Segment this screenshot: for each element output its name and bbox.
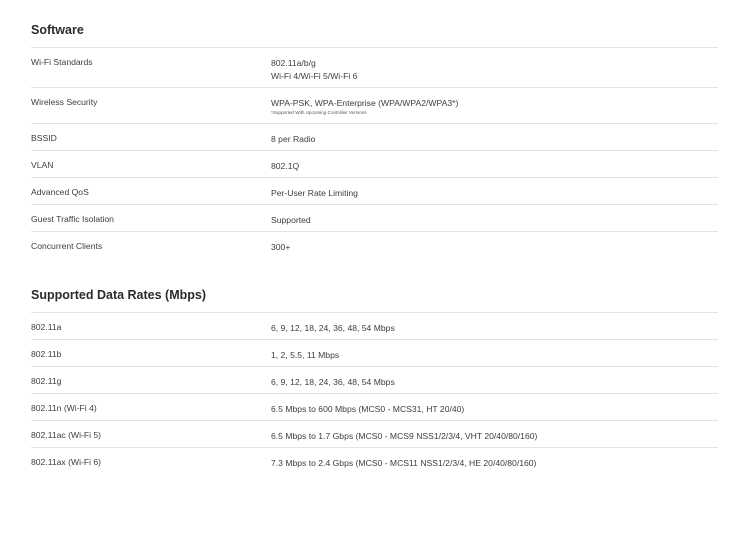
- footnote: *Supported With Upcoming Controller Vers…: [271, 110, 367, 115]
- spec-value: Per-User Rate Limiting: [271, 188, 358, 198]
- spec-label: Advanced QoS: [31, 187, 89, 197]
- table-row: Wireless Security WPA-PSK, WPA-Enterpris…: [31, 87, 718, 123]
- table-row: 802.11a 6, 9, 12, 18, 24, 36, 48, 54 Mbp…: [31, 312, 718, 339]
- table-row: 802.11ac (Wi-Fi 5) 6.5 Mbps to 1.7 Gbps …: [31, 420, 718, 447]
- spec-value: Supported: [271, 215, 311, 225]
- data-rates-section-title: Supported Data Rates (Mbps): [31, 288, 207, 302]
- spec-label: 802.11ac (Wi-Fi 5): [31, 430, 102, 440]
- spec-value: 6, 9, 12, 18, 24, 36, 48, 54 Mbps: [271, 377, 395, 387]
- spec-value: 802.11a/b/g Wi-Fi 4/Wi-Fi 5/Wi-Fi 6: [271, 56, 718, 87]
- spec-value: 1, 2, 5.5, 11 Mbps: [271, 350, 340, 360]
- spec-label: Wireless Security: [31, 97, 98, 107]
- spec-value: 7.3 Mbps to 2.4 Gbps (MCS0 - MCS11 NSS1/…: [271, 458, 537, 468]
- table-row: VLAN 802.1Q: [31, 150, 718, 177]
- table-row: 802.11ax (Wi-Fi 6) 7.3 Mbps to 2.4 Gbps …: [31, 447, 718, 474]
- spec-label: Wi-Fi Standards: [31, 57, 93, 67]
- spec-page: Software Wi-Fi Standards 802.11a/b/g Wi-…: [0, 0, 750, 541]
- spec-value: 300+: [271, 242, 291, 252]
- software-section: Software Wi-Fi Standards 802.11a/b/g Wi-…: [31, 20, 718, 258]
- table-row: Wi-Fi Standards 802.11a/b/g Wi-Fi 4/Wi-F…: [31, 47, 718, 87]
- table-row: Guest Traffic Isolation Supported: [31, 204, 718, 231]
- table-row: Advanced QoS Per-User Rate Limiting: [31, 177, 718, 204]
- spec-label: BSSID: [31, 133, 57, 143]
- table-row: 802.11n (Wi-Fi 4) 6.5 Mbps to 600 Mbps (…: [31, 393, 718, 420]
- spec-label: Concurrent Clients: [31, 241, 103, 251]
- spec-value-line: 802.11a/b/g: [271, 58, 316, 68]
- spec-value-line: Wi-Fi 4/Wi-Fi 5/Wi-Fi 6: [271, 71, 358, 81]
- data-rates-table: 802.11a 6, 9, 12, 18, 24, 36, 48, 54 Mbp…: [31, 312, 718, 474]
- spec-label: 802.11b: [31, 349, 62, 359]
- spec-value: 6.5 Mbps to 1.7 Gbps (MCS0 - MCS9 NSS1/2…: [271, 431, 538, 441]
- table-row: 802.11g 6, 9, 12, 18, 24, 36, 48, 54 Mbp…: [31, 366, 718, 393]
- software-table: Wi-Fi Standards 802.11a/b/g Wi-Fi 4/Wi-F…: [31, 47, 718, 258]
- spec-value-line: WPA-PSK, WPA-Enterprise (WPA/WPA2/WPA3*): [271, 98, 459, 108]
- spec-value: WPA-PSK, WPA-Enterprise (WPA/WPA2/WPA3*)…: [271, 96, 718, 123]
- spec-value: 8 per Radio: [271, 134, 316, 144]
- spec-label: 802.11n (Wi-Fi 4): [31, 403, 97, 413]
- spec-label: 802.11ax (Wi-Fi 6): [31, 457, 102, 467]
- spec-value: 6.5 Mbps to 600 Mbps (MCS0 - MCS31, HT 2…: [271, 404, 465, 414]
- table-row: Concurrent Clients 300+: [31, 231, 718, 258]
- data-rates-section: Supported Data Rates (Mbps) 802.11a 6, 9…: [31, 285, 718, 474]
- spec-value: 6, 9, 12, 18, 24, 36, 48, 54 Mbps: [271, 323, 395, 333]
- table-row: BSSID 8 per Radio: [31, 123, 718, 150]
- spec-label: 802.11g: [31, 376, 62, 386]
- spec-label: VLAN: [31, 160, 54, 170]
- table-row: 802.11b 1, 2, 5.5, 11 Mbps: [31, 339, 718, 366]
- spec-label: Guest Traffic Isolation: [31, 214, 114, 224]
- spec-value: 802.1Q: [271, 161, 300, 171]
- software-section-title: Software: [31, 23, 84, 37]
- spec-label: 802.11a: [31, 322, 62, 332]
